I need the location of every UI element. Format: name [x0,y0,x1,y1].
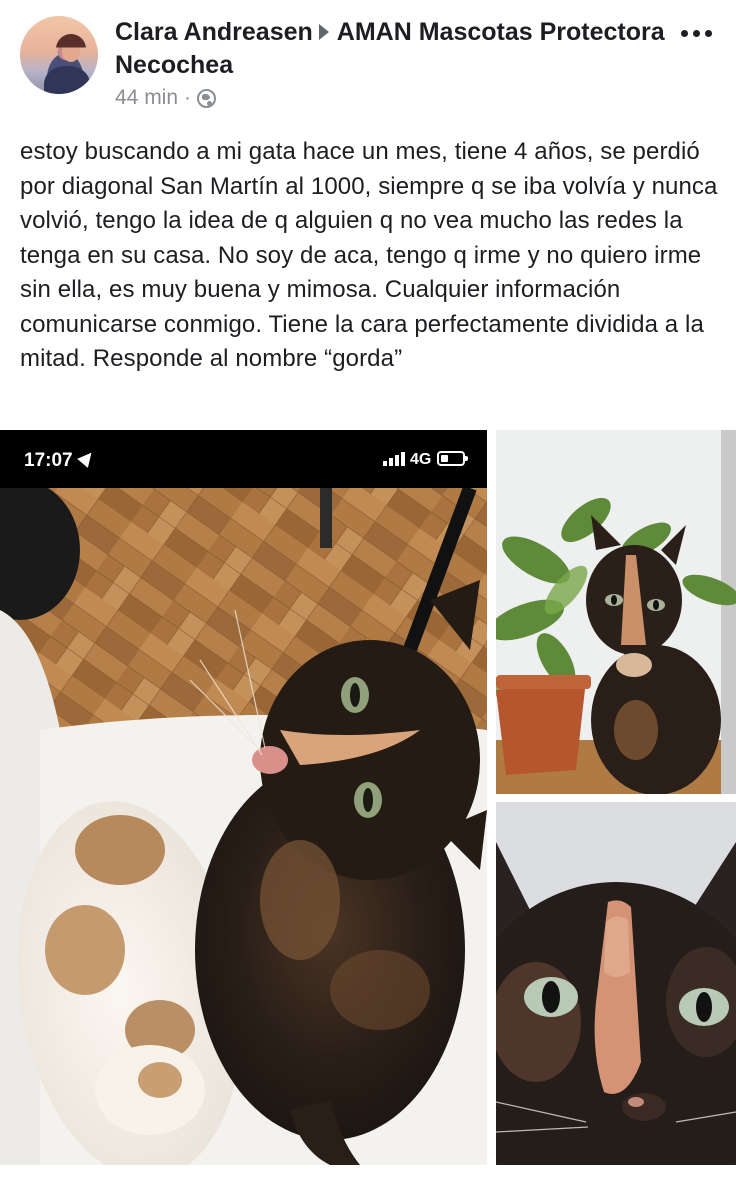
location-arrow-icon [77,448,97,468]
signal-bar [383,461,387,466]
photo-cats-on-chair[interactable]: 17:07 4G [0,430,487,1165]
signal-bar [389,458,393,466]
status-time: 17:07 [24,450,73,471]
more-dot [693,30,700,37]
photo-cat-with-plant[interactable] [496,430,736,794]
battery-icon [437,451,468,466]
post-meta: 44 min · [115,86,217,110]
author-avatar[interactable] [20,16,98,94]
post-bottom-space [0,1165,736,1200]
more-options-icon[interactable] [681,30,712,37]
author-name[interactable]: Clara Andreasen [115,18,313,46]
cat-with-plant-image [496,430,736,794]
more-dot [681,30,688,37]
status-network: 4G [410,451,432,468]
more-dot [705,30,712,37]
phone-status-bar: 17:07 4G [0,430,487,488]
signal-bar [401,452,405,466]
meta-separator: · [184,86,192,109]
cats-on-chair-image [0,480,487,1165]
facebook-post: Clara Andreasen AMAN Mascotas Protectora … [0,0,736,1200]
caret-right-icon [318,24,329,41]
signal-bar [395,455,399,466]
globe-icon [197,88,217,108]
signal-bars-icon [383,452,405,466]
post-timestamp[interactable]: 44 min [115,86,178,110]
post-header-names: Clara Andreasen AMAN Mascotas Protectora … [115,16,675,82]
cat-face-closeup-image [496,802,736,1165]
avatar-figure [44,66,90,94]
photo-cat-face-closeup[interactable] [496,802,736,1165]
post-text: estoy buscando a mi gata hace un mes, ti… [20,138,718,372]
